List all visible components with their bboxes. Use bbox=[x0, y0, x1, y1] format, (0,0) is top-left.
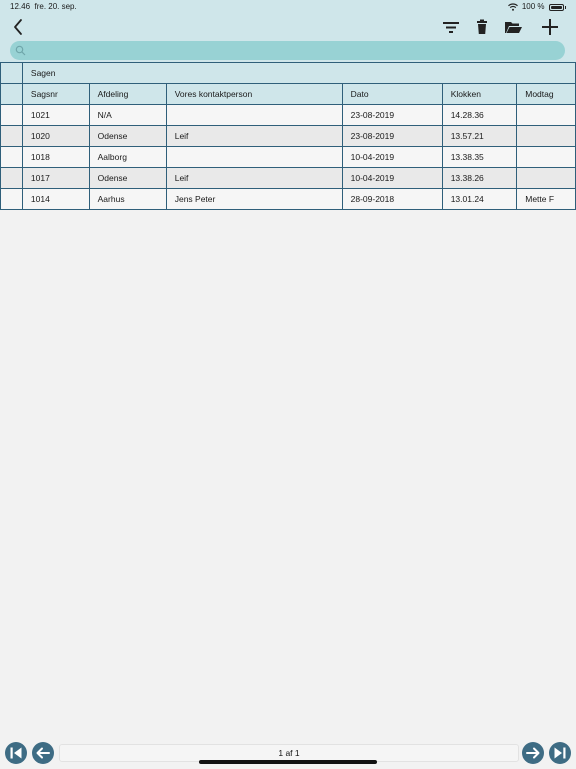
column-header-sagsnr[interactable]: Sagsnr bbox=[21, 83, 90, 105]
home-indicator bbox=[199, 760, 377, 764]
next-page-button[interactable] bbox=[522, 742, 544, 764]
search-icon bbox=[15, 45, 26, 56]
cell-afdeling[interactable]: N/A bbox=[88, 104, 167, 126]
arrow-left-icon bbox=[32, 742, 54, 764]
cell-modtag[interactable]: Mette F bbox=[516, 188, 576, 210]
plus-icon bbox=[542, 19, 558, 35]
cell-kontaktperson[interactable] bbox=[165, 146, 343, 168]
cell-sagsnr[interactable]: 1020 bbox=[21, 125, 90, 147]
cell-modtag[interactable] bbox=[516, 146, 576, 168]
cell-dato[interactable]: 10-04-2019 bbox=[341, 167, 443, 189]
previous-page-button[interactable] bbox=[32, 742, 54, 764]
group-corner-cell bbox=[0, 62, 23, 84]
cell-afdeling[interactable]: Odense bbox=[88, 167, 167, 189]
status-right: 100 % bbox=[507, 0, 566, 14]
wifi-icon bbox=[507, 3, 518, 11]
cell-klokken[interactable]: 13.38.35 bbox=[441, 146, 518, 168]
cell-klokken[interactable]: 13.01.24 bbox=[441, 188, 518, 210]
column-header-afdeling[interactable]: Afdeling bbox=[88, 83, 167, 105]
cell-klokken[interactable]: 14.28.36 bbox=[441, 104, 518, 126]
cell-dato[interactable]: 23-08-2019 bbox=[341, 125, 443, 147]
last-page-button[interactable] bbox=[549, 742, 571, 764]
cell-dato[interactable]: 10-04-2019 bbox=[341, 146, 443, 168]
filter-icon bbox=[443, 22, 459, 33]
group-header-row: Sagen bbox=[0, 62, 576, 84]
cell-afdeling[interactable]: Aarhus bbox=[88, 188, 167, 210]
cell-klokken[interactable]: 13.38.26 bbox=[441, 167, 518, 189]
cell-klokken[interactable]: 13.57.21 bbox=[441, 125, 518, 147]
header-corner-cell bbox=[0, 83, 23, 105]
back-button[interactable] bbox=[10, 17, 28, 37]
row-selector[interactable] bbox=[0, 125, 23, 147]
table-row[interactable]: 1018 Aalborg 10-04-2019 13.38.35 bbox=[0, 146, 576, 168]
trash-icon bbox=[477, 19, 487, 34]
cell-kontaktperson[interactable]: Leif bbox=[165, 167, 343, 189]
status-bar: 12.46 fre. 20. sep. 100 % bbox=[0, 0, 576, 14]
row-selector[interactable] bbox=[0, 167, 23, 189]
search-bar[interactable] bbox=[10, 41, 565, 62]
group-header-sagen: Sagen bbox=[21, 62, 576, 84]
cell-sagsnr[interactable]: 1014 bbox=[21, 188, 90, 210]
cases-table: Sagen Sagsnr Afdeling Vores kontaktperso… bbox=[0, 62, 576, 210]
chevron-left-icon bbox=[14, 19, 22, 35]
cell-sagsnr[interactable]: 1017 bbox=[21, 167, 90, 189]
data-grid: Sagen Sagsnr Afdeling Vores kontaktperso… bbox=[0, 62, 576, 212]
battery-tip bbox=[564, 5, 566, 9]
column-header-dato[interactable]: Dato bbox=[341, 83, 443, 105]
column-header-klokken[interactable]: Klokken bbox=[441, 83, 518, 105]
filter-button[interactable] bbox=[440, 16, 462, 38]
table-row[interactable]: 1021 N/A 23-08-2019 14.28.36 bbox=[0, 104, 576, 126]
cell-dato[interactable]: 28-09-2018 bbox=[341, 188, 443, 210]
column-header-kontaktperson[interactable]: Vores kontaktperson bbox=[165, 83, 343, 105]
table-row[interactable]: 1014 Aarhus Jens Peter 28-09-2018 13.01.… bbox=[0, 188, 576, 210]
cell-afdeling[interactable]: Odense bbox=[88, 125, 167, 147]
cell-modtag[interactable] bbox=[516, 167, 576, 189]
column-header-modtag[interactable]: Modtag bbox=[516, 83, 576, 105]
add-button[interactable] bbox=[539, 16, 561, 38]
cell-kontaktperson[interactable] bbox=[165, 104, 343, 126]
cell-modtag[interactable] bbox=[516, 104, 576, 126]
last-page-icon bbox=[549, 742, 571, 764]
delete-button[interactable] bbox=[471, 16, 493, 38]
battery-icon bbox=[548, 3, 564, 11]
cell-dato[interactable]: 23-08-2019 bbox=[341, 104, 443, 126]
search-input[interactable] bbox=[30, 41, 554, 62]
table-row[interactable]: 1020 Odense Leif 23-08-2019 13.57.21 bbox=[0, 125, 576, 147]
row-selector[interactable] bbox=[0, 146, 23, 168]
cell-kontaktperson[interactable]: Jens Peter bbox=[165, 188, 343, 210]
cell-modtag[interactable] bbox=[516, 125, 576, 147]
battery-percent: 100 % bbox=[521, 2, 545, 11]
row-selector[interactable] bbox=[0, 104, 23, 126]
cell-sagsnr[interactable]: 1018 bbox=[21, 146, 90, 168]
status-time: 12.46 fre. 20. sep. bbox=[10, 2, 77, 11]
open-button[interactable] bbox=[502, 16, 524, 38]
arrow-right-icon bbox=[522, 742, 544, 764]
table-row[interactable]: 1017 Odense Leif 10-04-2019 13.38.26 bbox=[0, 167, 576, 189]
first-page-icon bbox=[5, 742, 27, 764]
cell-sagsnr[interactable]: 1021 bbox=[21, 104, 90, 126]
cell-afdeling[interactable]: Aalborg bbox=[88, 146, 167, 168]
row-selector[interactable] bbox=[0, 188, 23, 210]
cell-kontaktperson[interactable]: Leif bbox=[165, 125, 343, 147]
folder-open-icon bbox=[505, 22, 522, 33]
first-page-button[interactable] bbox=[5, 742, 27, 764]
column-header-row: Sagsnr Afdeling Vores kontaktperson Dato… bbox=[0, 83, 576, 105]
